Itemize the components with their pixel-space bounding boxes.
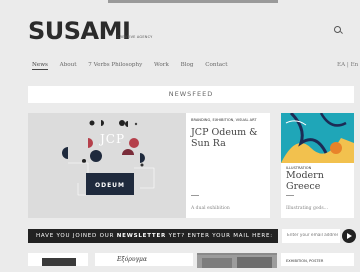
post-divider	[191, 195, 199, 196]
search-icon[interactable]	[334, 26, 341, 33]
newsletter-submit-button[interactable]	[342, 229, 356, 243]
greece-illustration	[281, 111, 354, 163]
post-excerpt: Illustrating gods...	[286, 206, 329, 211]
nav-item-work[interactable]: Work	[154, 62, 169, 68]
language-switch[interactable]: EA | En	[337, 62, 358, 68]
jcp-artwork: JCP ODEUM	[28, 113, 186, 218]
newsletter-text-prefix: HAVE YOU JOINED OUR	[36, 233, 117, 239]
nav-item-contact[interactable]: Contact	[205, 62, 227, 68]
post-excerpt: A dual exhibition	[191, 206, 230, 211]
newsletter-text-suffix: YET? ENTER YOUR MAIL HERE:	[166, 233, 273, 239]
brand-tagline: CREATIVE AGENCY	[117, 35, 153, 39]
post-card-jcp[interactable]: BRANDING, EXHIBITION, VISUAL ART JCP Ode…	[186, 113, 270, 218]
newsletter-text-bold: NEWSLETTER	[116, 233, 167, 239]
nav-item-about[interactable]: About	[60, 62, 77, 68]
post-title[interactable]: Modern Greece	[286, 170, 354, 192]
post-image-jcp[interactable]: JCP ODEUM	[28, 113, 186, 218]
post-card-modern-greece[interactable]: ILLUSTRATION Modern Greece Illustrating …	[281, 111, 354, 218]
main-nav: News About 7 Verbs Philosophy Work Blog …	[32, 62, 238, 70]
brand-logo[interactable]: SUSAMI	[28, 19, 131, 43]
newsletter-email-input[interactable]	[282, 229, 340, 243]
post-divider	[286, 195, 294, 196]
post-image-modern-greece[interactable]	[281, 111, 354, 163]
newsfeed-header: NEWSFEED	[28, 86, 354, 103]
bottom-post-image-1[interactable]	[28, 253, 88, 266]
bottom-post-book[interactable]: Εξόρυγμα	[95, 253, 193, 266]
nav-item-philosophy[interactable]: 7 Verbs Philosophy	[88, 62, 142, 68]
post-tag: EXHIBITION, POSTER	[286, 259, 324, 263]
photo-thumbnail	[197, 255, 277, 268]
bottom-post-image-3[interactable]	[197, 253, 277, 268]
svg-text:JCP: JCP	[98, 132, 125, 146]
bottom-post-tag-card[interactable]: EXHIBITION, POSTER	[281, 253, 354, 266]
post-title[interactable]: JCP Odeum & Sun Ra	[191, 127, 269, 149]
nav-item-blog[interactable]: Blog	[181, 62, 194, 68]
svg-text:ODEUM: ODEUM	[95, 182, 125, 189]
newsletter-banner: HAVE YOU JOINED OUR NEWSLETTER YET? ENTE…	[28, 229, 278, 243]
framed-picture	[42, 258, 76, 266]
nav-item-news[interactable]: News	[32, 62, 48, 70]
top-accent-line	[108, 0, 278, 3]
book-title: Εξόρυγμα	[117, 256, 148, 263]
post-tag: BRANDING, EXHIBITION, VISUAL ART	[191, 118, 257, 122]
